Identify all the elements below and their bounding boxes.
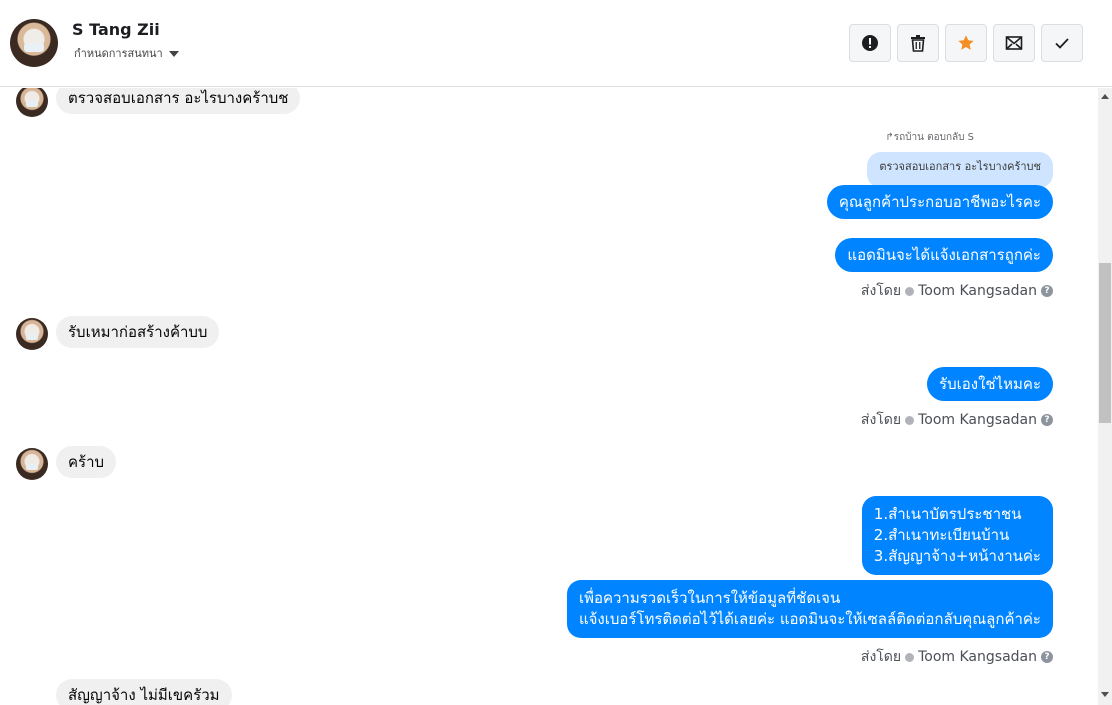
scrollbar-thumb[interactable] — [1099, 263, 1111, 423]
outgoing-message[interactable]: คุณลูกค้าประกอบอาชีพอะไรคะ — [826, 185, 1053, 219]
conversation-header: S Tang Zii กำหนดการสนทนา — [0, 0, 1112, 87]
message-line: 3.สัญญาจ้าง+หน้างานค่ะ — [873, 547, 1041, 565]
reply-quote[interactable]: ตรวจสอบเอกสาร อะไรบางคร้าบช — [867, 152, 1053, 188]
help-icon[interactable]: ? — [1041, 651, 1053, 663]
star-icon — [958, 35, 974, 50]
sent-by-row: ส่งโดย Toom Kangsadan ? — [861, 409, 1053, 431]
agent-name[interactable]: Toom Kangsadan — [918, 283, 1037, 299]
incoming-message[interactable]: รับเหมาก่อสร้างค้าบบ — [56, 316, 220, 348]
contact-avatar-small — [16, 318, 48, 350]
trash-icon — [911, 35, 925, 52]
sent-by-row: ส่งโดย Toom Kangsadan ? — [861, 646, 1053, 668]
sent-by-label: ส่งโดย — [860, 412, 902, 428]
delete-button[interactable] — [897, 24, 939, 62]
agent-name[interactable]: Toom Kangsadan — [918, 649, 1037, 665]
contact-avatar-small — [16, 88, 48, 117]
contact-name[interactable]: S Tang Zii — [72, 20, 160, 39]
message-line: แจ้งเบอร์โทรติดต่อไว้ได้เลยค่ะ แอดมินจะใ… — [578, 610, 1041, 628]
agent-icon — [905, 286, 915, 296]
assign-label: กำหนดการสนทนา — [74, 47, 163, 60]
outgoing-message-multiline[interactable]: เพื่อความรวดเร็วในการให้ข้อมูลที่ชัดเจน … — [566, 580, 1053, 638]
message-thread[interactable]: ตรวจสอบเอกสาร อะไรบางคร้าบช ↱รถบ้าน ตอบก… — [0, 88, 1098, 705]
message-scrollbar[interactable] — [1098, 88, 1112, 705]
reply-label: ↱รถบ้าน ตอบกลับ S — [885, 132, 974, 143]
contact-avatar-small — [16, 448, 48, 480]
outgoing-message[interactable]: แอดมินจะได้แจ้งเอกสารถูกค่ะ — [835, 238, 1053, 272]
caret-down-icon — [168, 50, 179, 57]
message-line: 1.สำเนาบัตรประชาชน — [873, 505, 1022, 523]
scroll-up-arrow-icon[interactable] — [1101, 94, 1109, 99]
agent-icon — [905, 652, 915, 662]
message-line: 2.สำเนาทะเบียนบ้าน — [873, 526, 1010, 544]
scroll-down-arrow-icon[interactable] — [1101, 692, 1109, 697]
contact-avatar[interactable] — [10, 19, 58, 67]
message-line: เพื่อความรวดเร็วในการให้ข้อมูลที่ชัดเจน — [578, 589, 841, 607]
header-toolbar — [849, 24, 1083, 62]
star-button[interactable] — [945, 24, 987, 62]
outgoing-message-multiline[interactable]: 1.สำเนาบัตรประชาชน 2.สำเนาทะเบียนบ้าน 3.… — [861, 496, 1053, 575]
done-button[interactable] — [1041, 24, 1083, 62]
incoming-message[interactable]: คร้าบ — [56, 446, 117, 478]
check-icon — [1055, 38, 1069, 49]
sent-by-row: ส่งโดย Toom Kangsadan ? — [861, 280, 1053, 302]
help-icon[interactable]: ? — [1041, 285, 1053, 297]
alert-icon — [862, 35, 878, 51]
spam-button[interactable] — [849, 24, 891, 62]
assign-conversation-dropdown[interactable]: กำหนดการสนทนา — [74, 44, 179, 62]
help-icon[interactable]: ? — [1041, 414, 1053, 426]
envelope-icon — [1005, 36, 1023, 50]
mark-unread-button[interactable] — [993, 24, 1035, 62]
agent-name[interactable]: Toom Kangsadan — [918, 412, 1037, 428]
incoming-message[interactable]: ตรวจสอบเอกสาร อะไรบางคร้าบช — [56, 88, 301, 114]
outgoing-message[interactable]: รับเองใช่ไหมคะ — [927, 367, 1053, 401]
sent-by-label: ส่งโดย — [860, 283, 902, 299]
sent-by-label: ส่งโดย — [860, 649, 902, 665]
incoming-message[interactable]: สัญญาจ้าง ไม่มีเขครัวม — [56, 679, 232, 705]
agent-icon — [905, 415, 915, 425]
